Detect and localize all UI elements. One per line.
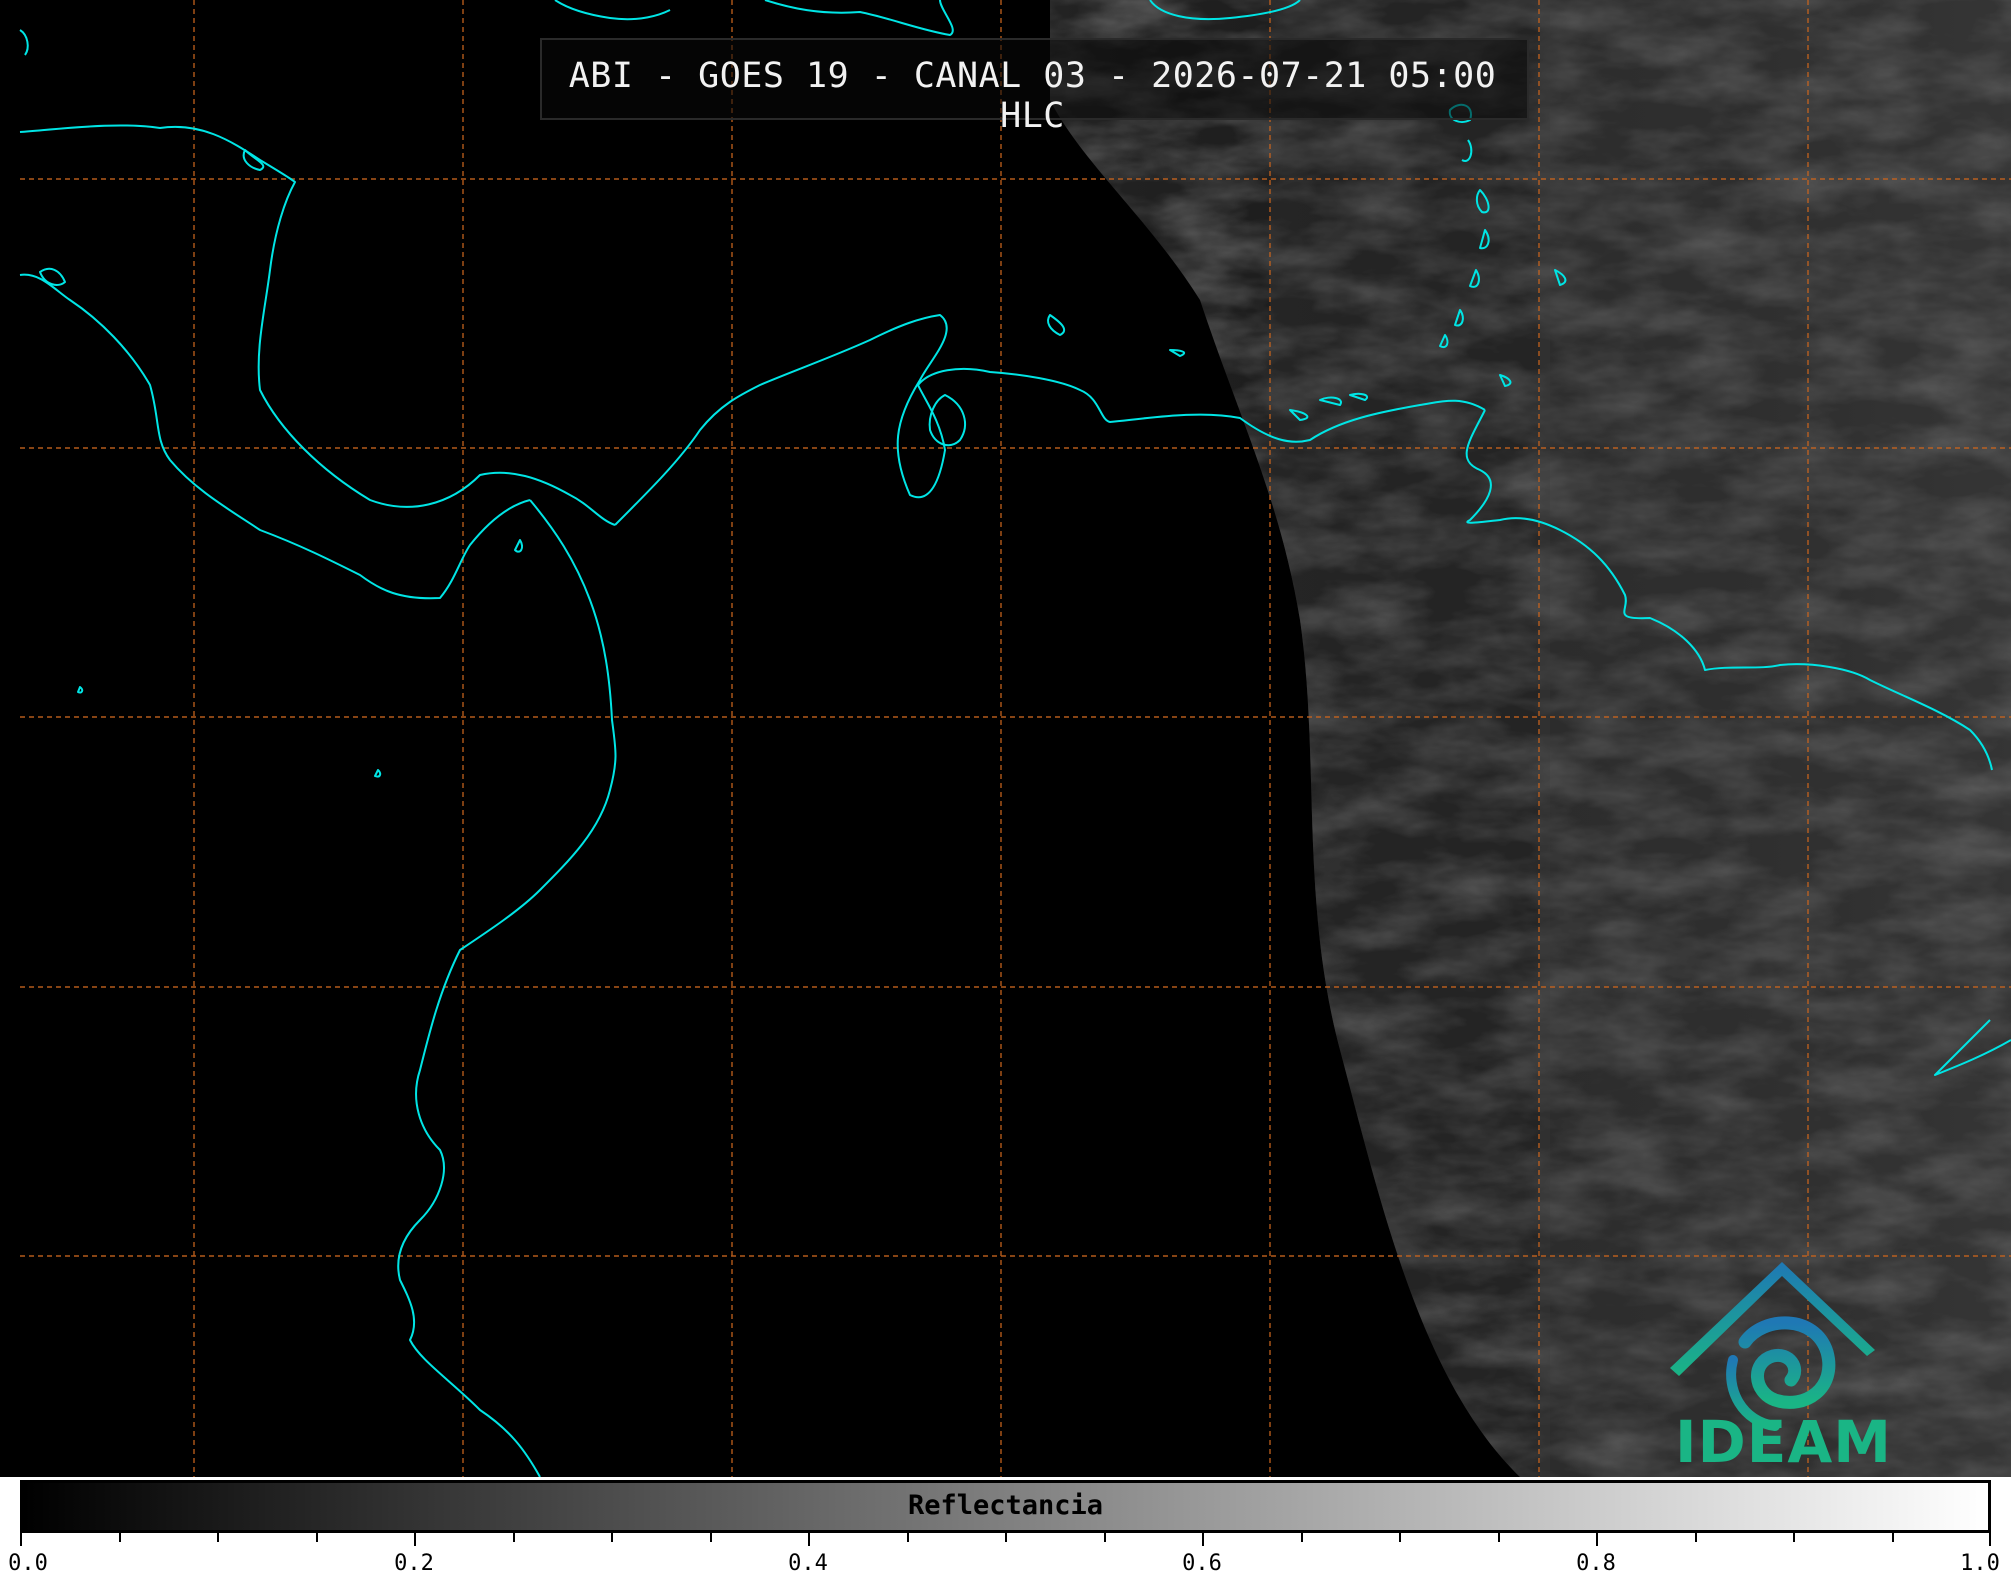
colorbar-tick <box>808 1533 810 1546</box>
colorbar-tick <box>513 1533 515 1542</box>
colorbar-tick <box>907 1533 909 1542</box>
colorbar-tick <box>414 1533 416 1546</box>
colorbar-tick <box>1695 1533 1697 1542</box>
colorbar-tick-label: 0.2 <box>394 1551 434 1576</box>
colorbar-tick <box>1892 1533 1894 1542</box>
colorbar-tick <box>217 1533 219 1542</box>
colorbar-tick <box>1104 1533 1106 1542</box>
map-title: ABI - GOES 19 - CANAL 03 - 2026-07-21 05… <box>568 56 1497 136</box>
logo-wordmark: IDEAM <box>1675 1408 1892 1476</box>
colorbar-tick <box>1793 1533 1795 1542</box>
colorbar-tick-label: 0.4 <box>788 1551 828 1576</box>
colorbar-tick <box>1005 1533 1007 1542</box>
colorbar-tick-label: 0.0 <box>8 1551 48 1576</box>
colorbar-tick <box>316 1533 318 1542</box>
colorbar-tick-label: 0.8 <box>1576 1551 1616 1576</box>
colorbar-tick <box>611 1533 613 1542</box>
colorbar-tick-label: 0.6 <box>1182 1551 1222 1576</box>
colorbar-tick-label: 1.0 <box>1960 1551 2000 1576</box>
colorbar-tick <box>1301 1533 1303 1542</box>
colorbar-tick <box>1498 1533 1500 1542</box>
colorbar-tick <box>1202 1533 1204 1546</box>
colorbar-tick <box>119 1533 121 1542</box>
colorbar-label: Reflectancia <box>907 1490 1104 1521</box>
colorbar-tick <box>20 1533 22 1546</box>
colorbar-tick <box>1989 1533 1991 1546</box>
colorbar-tick <box>1596 1533 1598 1546</box>
colorbar-tick <box>710 1533 712 1542</box>
colorbar-tick <box>1399 1533 1401 1542</box>
